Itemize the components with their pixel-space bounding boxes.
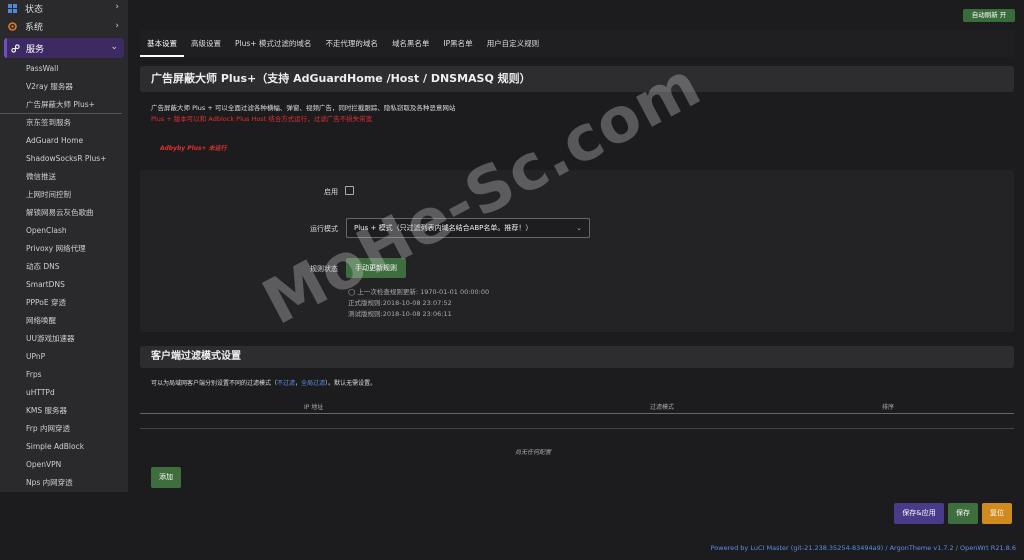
link-icon [11,43,20,53]
sidebar-subitem-openclash[interactable]: OpenClash [0,222,128,240]
sidebar-subitem-simpleadblock[interactable]: Simple AdBlock [0,438,128,456]
tab-bar: 基本设置 高级设置 Plus+ 模式过滤的域名 不走代理的域名 域名黑名单 IP… [140,30,1014,57]
table-divider [140,428,1014,429]
sidebar-subitem-adbyby[interactable]: 广告屏蔽大师 Plus+ [0,96,122,114]
sidebar-subitem-nps[interactable]: Nps 内网穿透 [0,474,128,492]
sidebar-subitem-pppoe[interactable]: PPPoE 穿透 [0,294,128,312]
test-rule-text: 测试版规则:2018-10-08 23:06:11 [348,310,452,318]
client-section-description: 可以为局域网客户端分别设置不同的过滤模式（不过滤，全局过滤）。默认无需设置。 [151,380,377,387]
tab-ip-blacklist[interactable]: IP黑名单 [436,30,479,57]
mode-label: 运行模式 [310,225,338,233]
sidebar-subitem-adguard[interactable]: AdGuard Home [0,132,128,150]
official-rule-text: 正式版规则:2018-10-08 23:07:52 [348,299,452,307]
tab-custom-rules[interactable]: 用户自定义规则 [480,30,547,57]
settings-panel [140,170,1014,332]
mode-select-value: Plus + 模式（只过滤列表内域名结合ABP名单。推荐！） [354,224,533,232]
global-filter-link[interactable]: 全局过滤 [301,380,325,387]
chevron-down-icon: ⌄ [576,224,582,232]
sidebar-subitem-uhttpd[interactable]: uHTTPd [0,384,128,402]
tab-domain-blacklist[interactable]: 域名黑名单 [385,30,437,57]
client-table-header: IP 地址 过滤模式 排序 [140,399,1014,414]
sidebar-subitem-wechat[interactable]: 微信推送 [0,168,128,186]
sidebar-subitem-ddns[interactable]: 动态 DNS [0,258,128,276]
chevron-right-icon: › [115,21,119,31]
tab-bypass-domains[interactable]: 不走代理的域名 [318,30,385,57]
column-sort: 排序 [882,404,895,411]
sidebar-subitem-smartdns[interactable]: SmartDNS [0,276,128,294]
sidebar-subitem-upnp[interactable]: UPnP [0,348,128,366]
sidebar-subitem-passwall[interactable]: PassWall [0,60,128,78]
update-rules-button[interactable]: 手动更新规则 [346,258,406,278]
sidebar-subitem-unblockmusic[interactable]: 解锁网易云灰色歌曲 [0,204,128,222]
rule-status-label: 规则状态 [310,265,338,273]
save-apply-button[interactable]: 保存&应用 [894,503,944,524]
sidebar-subitem-wol[interactable]: 网络唤醒 [0,312,128,330]
chevron-down-icon: ⌄ [110,42,118,52]
column-ip: IP 地址 [304,404,324,411]
sidebar-subitem-ssr[interactable]: ShadowSocksR Plus+ [0,150,128,168]
services-submenu: PassWall V2ray 服务器 广告屏蔽大师 Plus+ 京东签到服务 A… [0,60,128,492]
enable-label: 启用 [324,188,338,196]
add-button[interactable]: 添加 [151,467,181,488]
save-button[interactable]: 保存 [948,503,978,524]
column-mode: 过滤模式 [650,404,675,411]
last-check-text: ◯ 上一次检查规则更新: 1970-01-01 00:00:00 [348,288,490,296]
sidebar-item-services[interactable]: 服务 ⌄ [4,38,124,58]
sidebar-subitem-timecontrol[interactable]: 上网时间控制 [0,186,128,204]
sidebar-item-status[interactable]: 状态 › [0,0,128,16]
tab-advanced[interactable]: 高级设置 [184,30,228,57]
powered-by-footer[interactable]: Powered by LuCI Master (git-21.238.35254… [711,544,1016,552]
bullet-icon: ◯ [348,288,358,296]
sidebar-subitem-kms[interactable]: KMS 服务器 [0,402,128,420]
sidebar-subitem-frp[interactable]: Frp 内网穿透 [0,420,128,438]
grid-icon [8,3,17,13]
page-title: 广告屏蔽大师 Plus+（支持 AdGuardHome /Host / DNSM… [140,66,1014,92]
sidebar-subitem-frps[interactable]: Frps [0,366,128,384]
sidebar-subitem-v2ray[interactable]: V2ray 服务器 [0,78,128,96]
sidebar-item-label: 服务 [26,44,45,55]
sidebar-subitem-privoxy[interactable]: Privoxy 网络代理 [0,240,128,258]
sidebar: 状态 › 系统 › 服务 ⌄ PassWall V2ray 服务器 广告屏蔽大师… [0,0,128,492]
tab-basic[interactable]: 基本设置 [140,30,184,57]
sidebar-subitem-uu[interactable]: UU游戏加速器 [0,330,128,348]
reset-button[interactable]: 复位 [982,503,1012,524]
sidebar-item-system[interactable]: 系统 › [0,16,128,36]
client-section-title: 客户端过滤模式设置 [140,346,1014,368]
gear-icon [8,21,17,31]
tab-plus-domains[interactable]: Plus+ 模式过滤的域名 [228,30,318,57]
sidebar-subitem-jd[interactable]: 京东签到服务 [0,114,128,132]
chevron-right-icon: › [115,2,119,12]
page-description: 广告屏蔽大师 Plus + 可以全面过滤各种横幅、弹窗、视频广告，同时拦截跟踪、… [151,104,456,112]
sidebar-item-label: 系统 [25,22,44,33]
page-warning: Plus + 版本可以和 Adblock Plus Host 结合方式运行，过滤… [151,115,373,123]
enable-checkbox[interactable] [345,186,354,195]
empty-table-text: 尚无任何配置 [514,449,551,456]
sidebar-subitem-openvpn[interactable]: OpenVPN [0,456,128,474]
mode-select[interactable]: Plus + 模式（只过滤列表内域名结合ABP名单。推荐！） ⌄ [346,218,590,238]
sidebar-item-label: 状态 [25,4,44,15]
running-status: Adbyby Plus+ 未运行 [160,145,227,152]
no-filter-link[interactable]: 不过滤 [277,380,295,387]
autorefresh-button[interactable]: 自动刷新 开 [963,9,1015,22]
